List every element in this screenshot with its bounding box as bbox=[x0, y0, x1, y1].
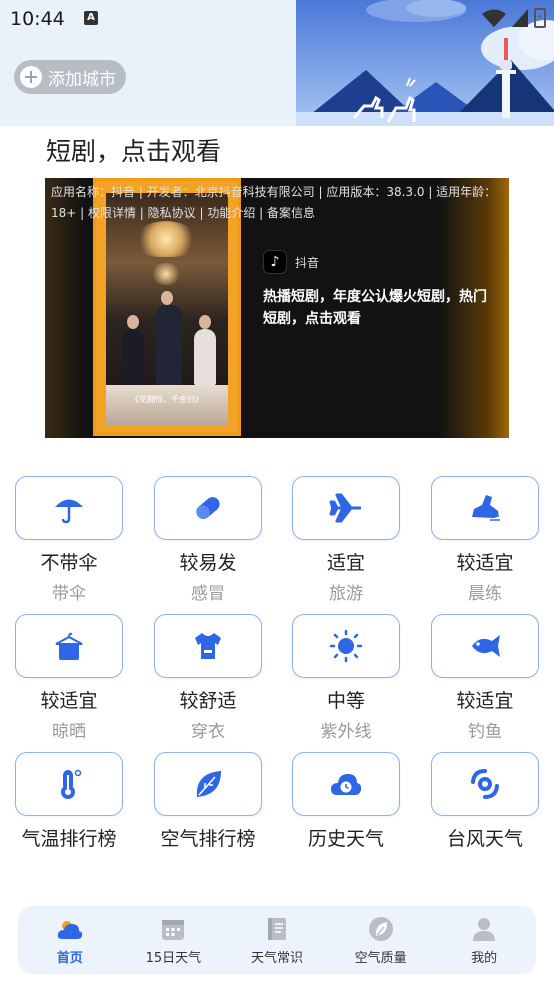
thermometer-icon bbox=[61, 769, 82, 799]
index-value: 较适宜 bbox=[456, 690, 514, 712]
nav-label: 首页 bbox=[56, 950, 83, 966]
index-value: 较适宜 bbox=[456, 552, 514, 574]
running-shoe-icon bbox=[472, 495, 500, 521]
index-value: 中等 bbox=[326, 690, 365, 712]
index-tile[interactable] bbox=[292, 476, 400, 540]
book-icon bbox=[267, 917, 286, 940]
poster-caption: 《花翻惊，千金归》 bbox=[131, 395, 203, 404]
nav-label: 空气质量 bbox=[354, 950, 407, 966]
index-category: 带伞 bbox=[52, 584, 86, 604]
tshirt-icon bbox=[195, 633, 221, 659]
pill-icon bbox=[196, 497, 220, 519]
index-category: 钓鱼 bbox=[468, 722, 502, 742]
index-uv[interactable]: 中等 紫外线 bbox=[292, 614, 400, 742]
index-exercise[interactable]: 较适宜 晨练 bbox=[431, 476, 539, 604]
tool-temp-ranking[interactable]: 气温排行榜 bbox=[15, 752, 123, 851]
header: 10:44 A ⚡ 添加城市 bbox=[0, 0, 554, 126]
tool-tile[interactable] bbox=[431, 752, 539, 816]
index-category: 晾晒 bbox=[52, 722, 86, 742]
battery-icon bbox=[534, 8, 546, 28]
nav-label: 15日天气 bbox=[145, 950, 202, 966]
tool-typhoon[interactable]: 台风天气 bbox=[431, 752, 539, 851]
tool-tile[interactable] bbox=[154, 752, 262, 816]
ad-banner[interactable]: 《花翻惊，千金归》 ♪ 抖音 热播短剧，年度公认爆火短剧，热门短剧，点击观看 应… bbox=[45, 178, 509, 438]
leaf-icon bbox=[196, 771, 221, 797]
status-icons bbox=[482, 8, 546, 28]
index-travel[interactable]: 适宜 旅游 bbox=[292, 476, 400, 604]
nav-15day[interactable]: 15日天气 bbox=[122, 906, 226, 974]
index-tile[interactable] bbox=[431, 614, 539, 678]
calendar-icon bbox=[162, 919, 185, 940]
index-tile[interactable] bbox=[15, 614, 123, 678]
tool-label: 台风天气 bbox=[446, 828, 523, 850]
fish-icon bbox=[472, 635, 500, 657]
notification-icon: A bbox=[84, 11, 98, 25]
hanger-icon bbox=[55, 632, 83, 660]
index-fishing[interactable]: 较适宜 钓鱼 bbox=[431, 614, 539, 742]
index-value: 较适宜 bbox=[40, 690, 98, 712]
typhoon-icon bbox=[471, 769, 499, 799]
tool-tile[interactable] bbox=[15, 752, 123, 816]
airplane-icon bbox=[329, 493, 361, 523]
sun-icon bbox=[329, 629, 363, 663]
tool-air-ranking[interactable]: 空气排行榜 bbox=[154, 752, 262, 851]
index-category: 紫外线 bbox=[320, 722, 372, 742]
index-category: 旅游 bbox=[329, 584, 363, 604]
tool-history-weather[interactable]: 历史天气 bbox=[292, 752, 400, 851]
tiktok-app-icon: ♪ bbox=[263, 250, 287, 274]
wifi-icon bbox=[482, 9, 506, 27]
nav-label: 天气常识 bbox=[250, 950, 303, 966]
index-tile[interactable] bbox=[154, 476, 262, 540]
profile-icon bbox=[473, 917, 496, 941]
nav-air-quality[interactable]: 空气质量 bbox=[329, 906, 433, 974]
plus-icon bbox=[20, 66, 42, 88]
index-tile[interactable] bbox=[15, 476, 123, 540]
index-value: 较舒适 bbox=[179, 690, 237, 712]
ad-app-name: 抖音 bbox=[295, 256, 320, 270]
tool-label: 空气排行榜 bbox=[160, 828, 256, 850]
umbrella-icon bbox=[55, 499, 83, 524]
signal-icon bbox=[512, 9, 528, 27]
nav-knowledge[interactable]: 天气常识 bbox=[225, 906, 329, 974]
ad-app-info[interactable]: 应用名称：抖音 | 开发者：北京抖音科技有限公司 | 应用版本：38.3.0 |… bbox=[51, 182, 507, 224]
index-value: 不带伞 bbox=[40, 552, 98, 574]
index-drying[interactable]: 较适宜 晾晒 bbox=[15, 614, 123, 742]
ad-headline: 热播短剧，年度公认爆火短剧，热门短剧，点击观看 bbox=[263, 289, 487, 327]
index-tile[interactable] bbox=[292, 614, 400, 678]
home-weather-icon bbox=[57, 920, 82, 939]
tool-label: 气温排行榜 bbox=[21, 828, 117, 850]
tool-tile[interactable] bbox=[292, 752, 400, 816]
air-quality-icon bbox=[368, 916, 393, 941]
add-city-label: 添加城市 bbox=[48, 69, 116, 90]
tool-label: 历史天气 bbox=[307, 828, 384, 850]
index-value: 较易发 bbox=[179, 552, 237, 574]
ad-section-title: 短剧，点击观看 bbox=[46, 137, 222, 166]
cloud-clock-icon bbox=[331, 774, 362, 795]
index-umbrella[interactable]: 不带伞 带伞 bbox=[15, 476, 123, 604]
index-tile[interactable] bbox=[431, 476, 539, 540]
index-tile[interactable] bbox=[154, 614, 262, 678]
nav-profile[interactable]: 我的 bbox=[432, 906, 536, 974]
index-category: 穿衣 bbox=[191, 722, 225, 742]
nav-home[interactable]: 首页 bbox=[18, 906, 122, 974]
index-value: 适宜 bbox=[326, 552, 365, 574]
bottom-navigation: 首页 15日天气 天气常识 空气质量 我的 bbox=[18, 906, 536, 974]
nav-label: 我的 bbox=[471, 950, 498, 966]
index-category: 感冒 bbox=[191, 584, 225, 604]
index-cold[interactable]: 较易发 感冒 bbox=[154, 476, 262, 604]
status-time: 10:44 bbox=[10, 8, 65, 30]
index-dressing[interactable]: 较舒适 穿衣 bbox=[154, 614, 262, 742]
add-city-button[interactable]: 添加城市 bbox=[14, 60, 126, 94]
index-category: 晨练 bbox=[468, 584, 502, 604]
